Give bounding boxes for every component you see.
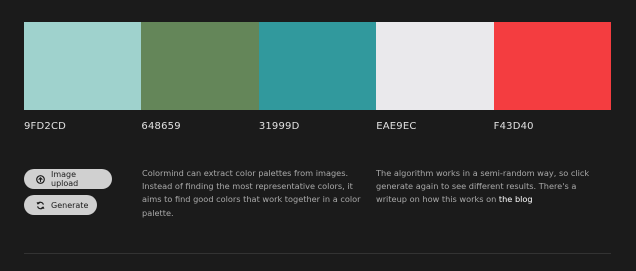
upload-icon (36, 174, 45, 184)
image-upload-button[interactable]: Image upload (24, 169, 112, 189)
color-swatch-5[interactable] (493, 22, 612, 110)
generate-button[interactable]: Generate (24, 195, 97, 215)
color-swatch-4[interactable] (376, 22, 494, 110)
color-codes: 9FD2CD 648659 31999D EAE9EC F43D40 (24, 121, 611, 132)
description-algorithm: The algorithm works in a semi-random way… (376, 167, 591, 207)
image-upload-label: Image upload (51, 170, 79, 188)
generate-label: Generate (51, 200, 89, 210)
description-extract: Colormind can extract color palettes fro… (142, 168, 361, 218)
refresh-icon (36, 200, 45, 210)
description-algorithm-text: The algorithm works in a semi-random way… (376, 168, 590, 205)
color-code-5: F43D40 (493, 121, 534, 132)
color-swatch-1[interactable] (24, 22, 142, 110)
blog-link[interactable]: the blog (499, 194, 533, 204)
color-code-3: 31999D (258, 121, 300, 132)
color-swatch-2[interactable] (141, 22, 259, 110)
color-code-1: 9FD2CD (24, 121, 67, 132)
color-palette (24, 22, 612, 110)
color-code-4: EAE9EC (376, 121, 417, 132)
color-swatch-3[interactable] (258, 22, 377, 110)
divider (24, 253, 611, 254)
color-code-2: 648659 (141, 121, 181, 132)
